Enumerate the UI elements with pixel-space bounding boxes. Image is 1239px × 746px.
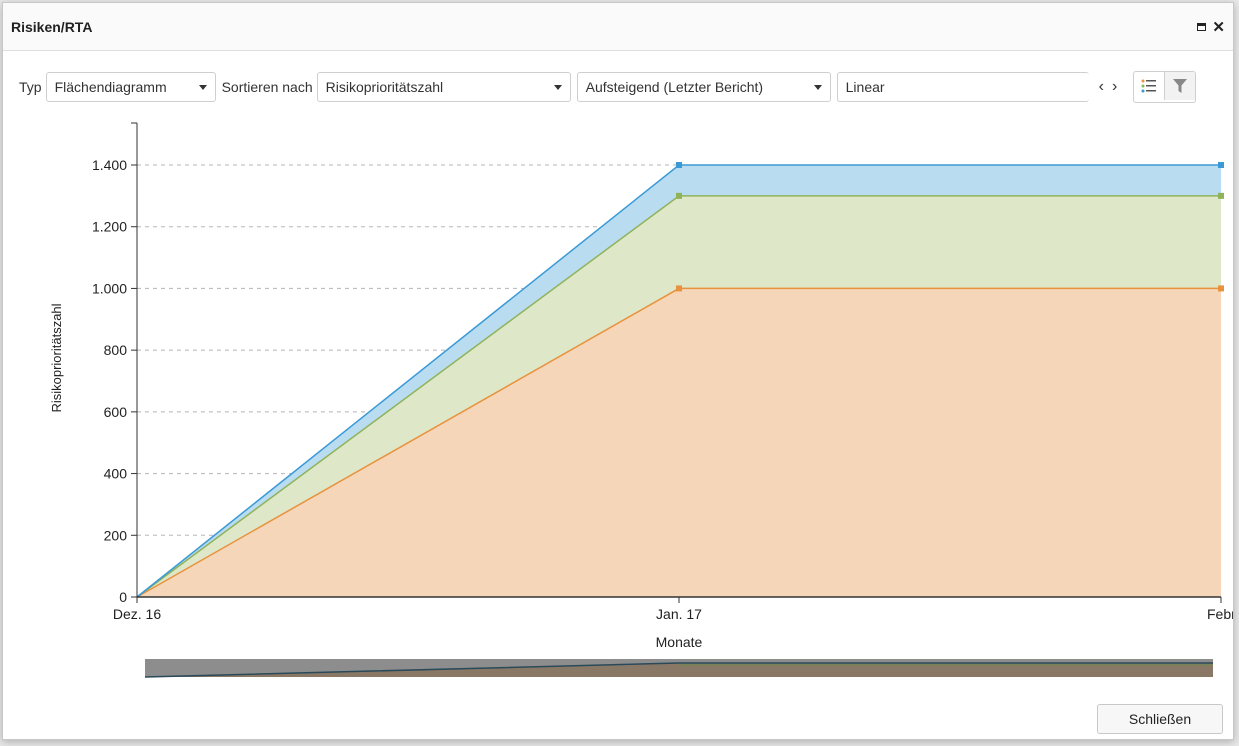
chart-areas xyxy=(137,165,1221,597)
title-bar: Risiken/RTA ✕ xyxy=(3,3,1233,51)
maximize-icon[interactable] xyxy=(1197,19,1207,34)
order-select[interactable]: Aufsteigend (Letzter Bericht) xyxy=(576,72,831,102)
y-axis-label: Risikoprioritätszahl xyxy=(49,303,64,412)
sort-label: Sortieren nach xyxy=(221,79,313,95)
chevron-down-icon xyxy=(198,84,207,90)
area-chart: 0 200 400 600 800 1.000 1.200 1.400 Dez. 16 Jan. … xyxy=(49,122,1234,678)
chevron-down-icon xyxy=(553,84,562,90)
close-icon[interactable]: ✕ xyxy=(1212,18,1225,36)
dialog-title: Risiken/RTA xyxy=(11,18,93,35)
chart-toolbar: Typ Flächendiagramm Sortieren nach Risik… xyxy=(19,71,1225,103)
scale-select-value: Linear xyxy=(845,79,885,95)
chevron-down-icon xyxy=(813,84,822,90)
x-tick-label: Jan. 17 xyxy=(656,606,702,622)
y-tick-label: 400 xyxy=(104,466,128,482)
sort-select-value: Risikoprioritätszahl xyxy=(325,79,444,95)
x-axis-label: Monate xyxy=(656,634,703,650)
series-1-point[interactable] xyxy=(676,285,682,292)
view-button-group xyxy=(1133,71,1197,103)
y-tick-label: 0 xyxy=(119,589,127,605)
x-tick-label: Febr xyxy=(1207,606,1234,622)
close-button[interactable]: Schließen xyxy=(1097,704,1223,734)
series-2-point[interactable] xyxy=(1218,192,1224,199)
y-tick-label: 800 xyxy=(104,342,128,358)
y-tick-label: 1.400 xyxy=(92,157,127,173)
y-tick-label: 1.000 xyxy=(92,280,127,296)
series-2-point[interactable] xyxy=(676,192,682,199)
y-tick-label: 200 xyxy=(104,527,128,543)
chevron-right-icon[interactable]: › xyxy=(1112,78,1117,96)
type-select[interactable]: Flächendiagramm xyxy=(45,72,216,102)
series-1-point[interactable] xyxy=(1218,285,1224,292)
series-1-area xyxy=(137,288,1221,597)
filter-button[interactable] xyxy=(1164,72,1196,100)
type-label: Typ xyxy=(19,79,42,95)
x-tick-label: Dez. 16 xyxy=(113,606,161,622)
series-3-point[interactable] xyxy=(1218,162,1224,168)
chevron-left-icon[interactable]: ‹ xyxy=(1099,78,1104,96)
series-3-point[interactable] xyxy=(676,162,682,168)
range-navigator[interactable] xyxy=(144,659,1213,678)
list-icon xyxy=(1141,79,1157,93)
risks-dialog: Risiken/RTA ✕ Typ Flächendiagramm Sortie… xyxy=(2,2,1234,740)
type-select-value: Flächendiagramm xyxy=(54,79,167,95)
y-tick-label: 600 xyxy=(104,404,128,420)
filter-icon xyxy=(1173,78,1188,93)
order-select-value: Aufsteigend (Letzter Bericht) xyxy=(585,79,764,95)
scale-select[interactable]: Linear xyxy=(836,72,1089,102)
sort-select[interactable]: Risikoprioritätszahl xyxy=(316,72,571,102)
y-tick-label: 1.200 xyxy=(92,219,127,235)
legend-toggle-button[interactable] xyxy=(1134,72,1164,100)
